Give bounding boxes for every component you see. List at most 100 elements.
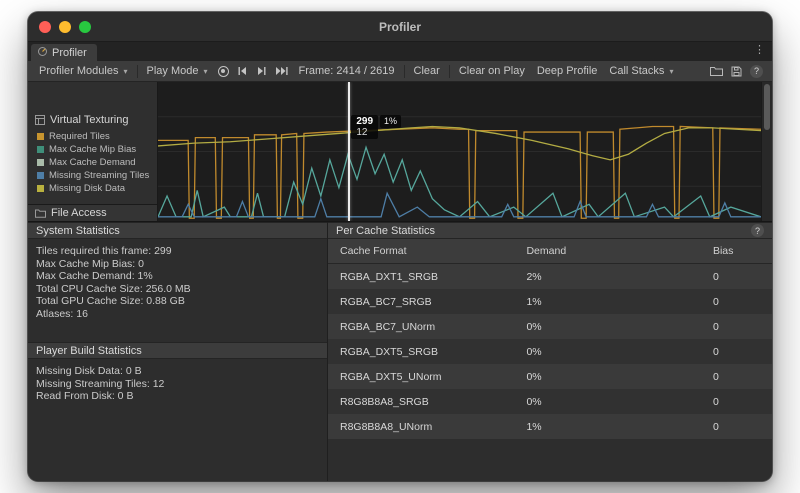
system-statistics-lines: Tiles required this frame: 299Max Cache … — [28, 239, 327, 326]
next-frame-button[interactable] — [252, 61, 271, 81]
fullscreen-button[interactable] — [79, 21, 91, 33]
stat-line: Tiles required this frame: 299 — [36, 245, 319, 258]
cache-format-cell: RGBA_BC7_UNorm — [328, 321, 514, 333]
stat-line: Atlases: 16 — [36, 308, 319, 321]
clear-on-play-toggle[interactable]: Clear on Play — [453, 61, 531, 81]
legend-swatch — [37, 159, 44, 166]
cache-format-cell: R8G8B8A8_UNorm — [328, 421, 514, 433]
per-cache-statistics-title: Per Cache Statistics — [336, 225, 435, 237]
profiler-window: Profiler Profiler Profiler Modules Play … — [28, 12, 772, 481]
cache-format-cell: RGBA_DXT5_SRGB — [328, 346, 514, 358]
help-icon — [750, 65, 763, 78]
bias-cell: 0 — [701, 296, 772, 308]
legend-item[interactable]: Missing Disk Data — [37, 183, 157, 194]
profiler-toolbar: Profiler Modules Play Mode Frame: 2414 /… — [28, 61, 772, 82]
cache-format-cell: RGBA_DXT5_UNorm — [328, 371, 514, 383]
demand-cell: 1% — [514, 296, 700, 308]
record-button[interactable] — [214, 61, 233, 81]
demand-cell: 2% — [514, 271, 700, 283]
call-stacks-label: Call Stacks — [609, 65, 664, 77]
toolbar-help-button[interactable] — [746, 61, 767, 81]
toolbar-separator — [137, 65, 138, 78]
player-build-statistics-title: Player Build Statistics — [36, 345, 142, 357]
scrollbar-thumb[interactable] — [764, 84, 770, 130]
previous-frame-button[interactable] — [233, 61, 252, 81]
column-header[interactable]: Demand — [514, 245, 700, 257]
save-profile-button[interactable] — [727, 61, 746, 81]
minimize-button[interactable] — [59, 21, 71, 33]
legend-item[interactable]: Max Cache Mip Bias — [37, 144, 157, 155]
cache-table-header: Cache FormatDemandBias — [328, 239, 772, 264]
play-mode-dropdown[interactable]: Play Mode — [141, 61, 214, 81]
bias-cell: 0 — [701, 371, 772, 383]
chart-sidebar: Virtual Texturing Required Tiles Max Cach… — [28, 82, 158, 221]
next-frame-icon — [256, 66, 267, 76]
column-header[interactable]: Bias — [701, 245, 772, 257]
play-mode-label: Play Mode — [147, 65, 199, 77]
virtual-texturing-module: Virtual Texturing Required Tiles Max Cach… — [28, 82, 157, 194]
stat-line: Total GPU Cache Size: 0.88 GB — [36, 295, 319, 308]
module-file-access[interactable]: File Access — [28, 204, 157, 221]
legend-item[interactable]: Missing Streaming Tiles — [37, 170, 157, 181]
record-icon — [218, 66, 229, 77]
table-row[interactable]: RGBA_BC7_UNorm0%0 — [328, 314, 772, 339]
previous-frame-icon — [237, 66, 248, 76]
column-header[interactable]: Cache Format — [328, 245, 514, 257]
chart-region: Virtual Texturing Required Tiles Max Cach… — [28, 82, 772, 222]
legend-label: Missing Disk Data — [49, 183, 125, 194]
legend-swatch — [37, 185, 44, 192]
load-icon — [710, 66, 723, 77]
table-row[interactable]: RGBA_DXT5_UNorm0%0 — [328, 364, 772, 389]
save-icon — [731, 66, 742, 77]
legend-swatch — [37, 172, 44, 179]
frame-counter: Frame: 2414 / 2619 — [293, 65, 401, 77]
per-cache-statistics-header: Per Cache Statistics — [328, 222, 772, 239]
statistics-panel: System Statistics Tiles required this fr… — [28, 222, 328, 481]
profiler-modules-dropdown[interactable]: Profiler Modules — [33, 61, 134, 81]
virtual-texturing-icon — [35, 115, 45, 125]
legend-item[interactable]: Required Tiles — [37, 131, 157, 142]
per-cache-help-icon[interactable] — [751, 224, 764, 237]
close-button[interactable] — [39, 21, 51, 33]
stat-line: Max Cache Mip Bias: 0 — [36, 258, 319, 271]
table-row[interactable]: R8G8B8A8_UNorm1%0 — [328, 414, 772, 439]
load-profile-button[interactable] — [706, 61, 727, 81]
table-row[interactable]: RGBA_DXT5_SRGB0%0 — [328, 339, 772, 364]
stat-line: Max Cache Demand: 1% — [36, 270, 319, 283]
traffic-lights — [28, 21, 91, 33]
table-row[interactable]: RGBA_DXT1_SRGB2%0 — [328, 264, 772, 289]
clear-button[interactable]: Clear — [408, 61, 446, 81]
legend-label: Max Cache Demand — [49, 157, 136, 168]
cache-table-body: RGBA_DXT1_SRGB2%0RGBA_BC7_SRGB1%0 RGBA_BC… — [328, 264, 772, 439]
chart-scrollbar[interactable] — [761, 82, 772, 221]
demand-cell: 1% — [514, 421, 700, 433]
current-frame-button[interactable] — [271, 61, 293, 81]
system-statistics-title: System Statistics — [36, 225, 120, 237]
legend-swatch — [37, 146, 44, 153]
details-pane: System Statistics Tiles required this fr… — [28, 222, 772, 481]
demand-cell: 0% — [514, 346, 700, 358]
bias-cell: 0 — [701, 321, 772, 333]
call-stacks-dropdown[interactable]: Call Stacks — [603, 61, 679, 81]
tab-profiler[interactable]: Profiler — [31, 44, 97, 61]
demand-cell: 0% — [514, 396, 700, 408]
stat-line: Total CPU Cache Size: 256.0 MB — [36, 283, 319, 296]
table-row[interactable]: R8G8B8A8_SRGB0%0 — [328, 389, 772, 414]
toolbar-separator — [449, 65, 450, 78]
tab-context-menu-icon[interactable] — [754, 45, 765, 56]
module-virtual-texturing[interactable]: Virtual Texturing — [28, 112, 157, 128]
bias-cell: 0 — [701, 421, 772, 433]
chart-area[interactable]: 299 12 1% — [158, 82, 772, 221]
titlebar[interactable]: Profiler — [28, 12, 772, 42]
tab-bar: Profiler — [28, 42, 772, 61]
tab-label: Profiler — [52, 47, 87, 59]
legend-item[interactable]: Max Cache Demand — [37, 157, 157, 168]
legend-label: Max Cache Mip Bias — [49, 144, 136, 155]
bias-cell: 0 — [701, 396, 772, 408]
deep-profile-toggle[interactable]: Deep Profile — [531, 61, 604, 81]
file-access-icon — [35, 209, 46, 218]
sidebar-spacer — [28, 194, 157, 204]
table-row[interactable]: RGBA_BC7_SRGB1%0 — [328, 289, 772, 314]
playhead[interactable] — [348, 82, 350, 221]
profiler-chart[interactable] — [158, 82, 761, 221]
